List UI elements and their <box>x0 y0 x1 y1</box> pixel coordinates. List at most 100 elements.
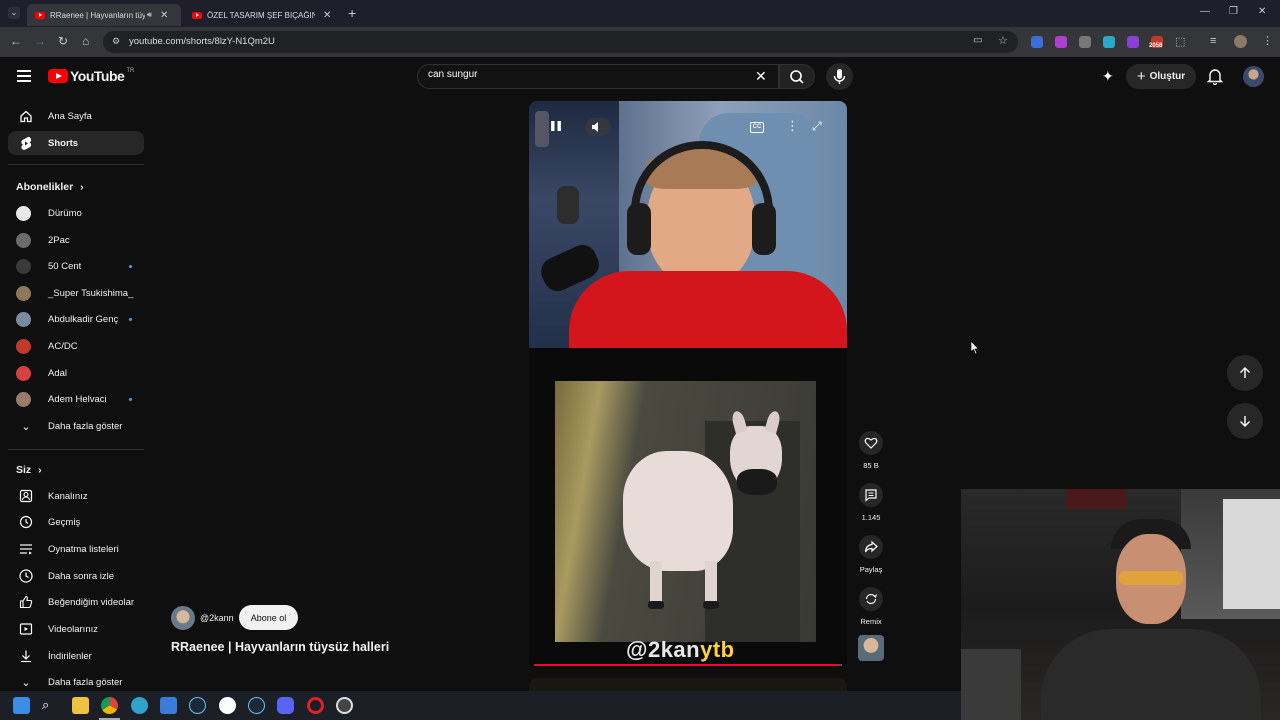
next-short-button[interactable] <box>1227 403 1263 439</box>
sidebar-item-subscription[interactable]: _Super Tsukishima_ <box>8 281 144 305</box>
create-button[interactable]: + Oluştur <box>1126 64 1196 89</box>
site-info-icon[interactable]: ⚙ <box>112 36 120 47</box>
shorts-player[interactable]: CC ⋮ ⤢ @2kanytb <box>529 101 847 667</box>
subscriptions-heading[interactable]: Abonelikler › <box>16 181 84 193</box>
ai-sparkle-icon[interactable]: ✦ <box>1102 68 1114 85</box>
discord-icon[interactable] <box>277 697 294 714</box>
share-icon[interactable] <box>859 535 883 559</box>
subscribe-button[interactable]: Abone ol <box>239 605 298 630</box>
windows-start-icon[interactable] <box>13 697 30 714</box>
steam-icon[interactable] <box>189 697 206 714</box>
close-tab-icon[interactable]: ✕ <box>323 10 331 21</box>
app-icon[interactable] <box>336 697 353 714</box>
comment-icon[interactable] <box>859 483 883 507</box>
comments-action[interactable]: 1.145 <box>859 483 883 522</box>
bookmark-star-icon[interactable]: ☆ <box>998 34 1008 47</box>
opera-icon[interactable] <box>307 697 324 714</box>
profile-avatar[interactable] <box>1234 35 1247 48</box>
youtube-logo[interactable]: YouTube TR <box>48 68 134 84</box>
notifications-bell-icon[interactable] <box>1206 67 1224 90</box>
sidebar-item-subscription[interactable]: Adal <box>8 361 144 385</box>
home-icon[interactable]: ⌂ <box>82 34 89 48</box>
sidebar-item-history[interactable]: Geçmiş <box>8 510 144 534</box>
search-box[interactable] <box>417 64 779 89</box>
fullscreen-icon[interactable]: ⤢ <box>812 119 822 134</box>
pause-icon[interactable] <box>549 119 563 133</box>
captions-icon[interactable]: CC <box>750 122 764 133</box>
sidebar-item-watch-later[interactable]: Daha sonra izle <box>8 564 144 588</box>
browser-tab-bar: ⌄ RRaenee | Hayvanların tüysüz 🔊︎ ✕ ÖZEL… <box>0 0 1280 27</box>
microphone-icon <box>833 69 846 84</box>
like-action[interactable]: 85 B <box>859 431 883 470</box>
extension-icon[interactable] <box>1031 36 1043 48</box>
sidebar-item-subscription[interactable]: Dürümo <box>8 201 144 225</box>
channel-avatar[interactable] <box>171 606 195 630</box>
sidebar-item-your-channel[interactable]: Kanalınız <box>8 484 144 508</box>
steam-icon[interactable] <box>248 697 265 714</box>
file-explorer-icon[interactable] <box>72 697 89 714</box>
sidebar-item-your-videos[interactable]: Videolarınız <box>8 617 144 641</box>
browser-tab[interactable]: ÖZEL TASARIM ŞEF BIÇAĞINI İN ✕ <box>184 4 340 26</box>
browser-tab-active[interactable]: RRaenee | Hayvanların tüysüz 🔊︎ ✕ <box>27 4 181 26</box>
sidebar-item-label: Daha sonra izle <box>48 570 115 582</box>
voice-search-button[interactable] <box>826 63 853 90</box>
media-control-icon[interactable]: ≡ <box>1210 35 1216 47</box>
search-input[interactable] <box>428 69 748 80</box>
sidebar-item-subscription[interactable]: AC/DC <box>8 334 144 358</box>
remix-icon[interactable] <box>859 587 883 611</box>
clear-search-icon[interactable]: ✕ <box>755 68 767 85</box>
minimize-icon[interactable]: — <box>1200 6 1210 17</box>
video-progress-bar[interactable] <box>534 664 842 666</box>
account-avatar[interactable] <box>1243 66 1264 87</box>
create-label: Oluştur <box>1149 71 1186 82</box>
restore-icon[interactable]: ❐ <box>1229 6 1238 17</box>
more-options-icon[interactable]: ⋮ <box>786 118 799 134</box>
reload-icon[interactable]: ↻ <box>58 34 68 48</box>
your-videos-icon <box>14 622 38 636</box>
share-action[interactable]: Paylaş <box>859 535 883 574</box>
close-window-icon[interactable]: ✕ <box>1258 6 1266 17</box>
edge-icon[interactable] <box>131 697 148 714</box>
yandex-icon[interactable] <box>219 697 236 714</box>
sidebar-item-subscription[interactable]: 2Pac <box>8 228 144 252</box>
show-more-subscriptions[interactable]: ⌄ Daha fazla göster <box>8 414 144 438</box>
sidebar-item-label: Dürümo <box>48 207 82 219</box>
address-bar[interactable]: ⚙ youtube.com/shorts/8lzY-N1Qm2U ▭ ☆ <box>103 31 1018 53</box>
store-icon[interactable] <box>160 697 177 714</box>
sidebar-item-home[interactable]: Ana Sayfa <box>8 104 144 128</box>
forward-icon[interactable]: → <box>34 34 46 48</box>
volume-icon[interactable] <box>585 118 611 136</box>
sidebar-item-label: Adem Helvaci <box>48 393 107 405</box>
browser-menu-icon[interactable]: ⋮ <box>1262 34 1273 47</box>
search-icon[interactable]: ⌕ <box>42 697 59 714</box>
new-tab-icon[interactable]: + <box>348 5 356 21</box>
sound-thumbnail[interactable] <box>858 635 884 661</box>
sidebar-item-subscription[interactable]: Adem Helvaci <box>8 387 144 411</box>
chrome-icon[interactable] <box>101 697 118 714</box>
sidebar-item-downloads[interactable]: İndirilenler <box>8 644 144 668</box>
sidebar-item-shorts[interactable]: Shorts <box>8 131 144 155</box>
previous-short-button[interactable] <box>1227 355 1263 391</box>
sidebar-item-liked-videos[interactable]: Beğendiğim videolar <box>8 590 144 614</box>
close-tab-icon[interactable]: ✕ <box>160 10 168 21</box>
hamburger-menu-icon[interactable] <box>17 70 31 82</box>
channel-handle[interactable]: @2kann <box>200 613 234 623</box>
plus-icon: + <box>1136 68 1146 85</box>
search-button[interactable] <box>779 64 815 89</box>
channel-avatar <box>16 338 31 354</box>
back-icon[interactable]: ← <box>10 34 22 48</box>
like-icon[interactable] <box>859 431 883 455</box>
sidebar-item-subscription[interactable]: Abdulkadir Genç <box>8 307 144 331</box>
channel-avatar <box>16 311 31 327</box>
sidebar-item-subscription[interactable]: 50 Cent <box>8 254 144 278</box>
sidebar-item-playlists[interactable]: Oynatma listeleri <box>8 537 144 561</box>
extension-icon[interactable] <box>1127 36 1139 48</box>
you-heading[interactable]: Siz › <box>16 464 42 476</box>
extension-icon[interactable] <box>1055 36 1067 48</box>
cast-icon[interactable]: ▭ <box>973 35 982 46</box>
extension-icon[interactable] <box>1103 36 1115 48</box>
extension-icon[interactable] <box>1079 36 1091 48</box>
remix-action[interactable]: Remix <box>859 587 883 626</box>
tab-search-icon[interactable]: ⌄ <box>8 7 20 19</box>
extensions-puzzle-icon[interactable]: ⬚ <box>1175 35 1185 48</box>
